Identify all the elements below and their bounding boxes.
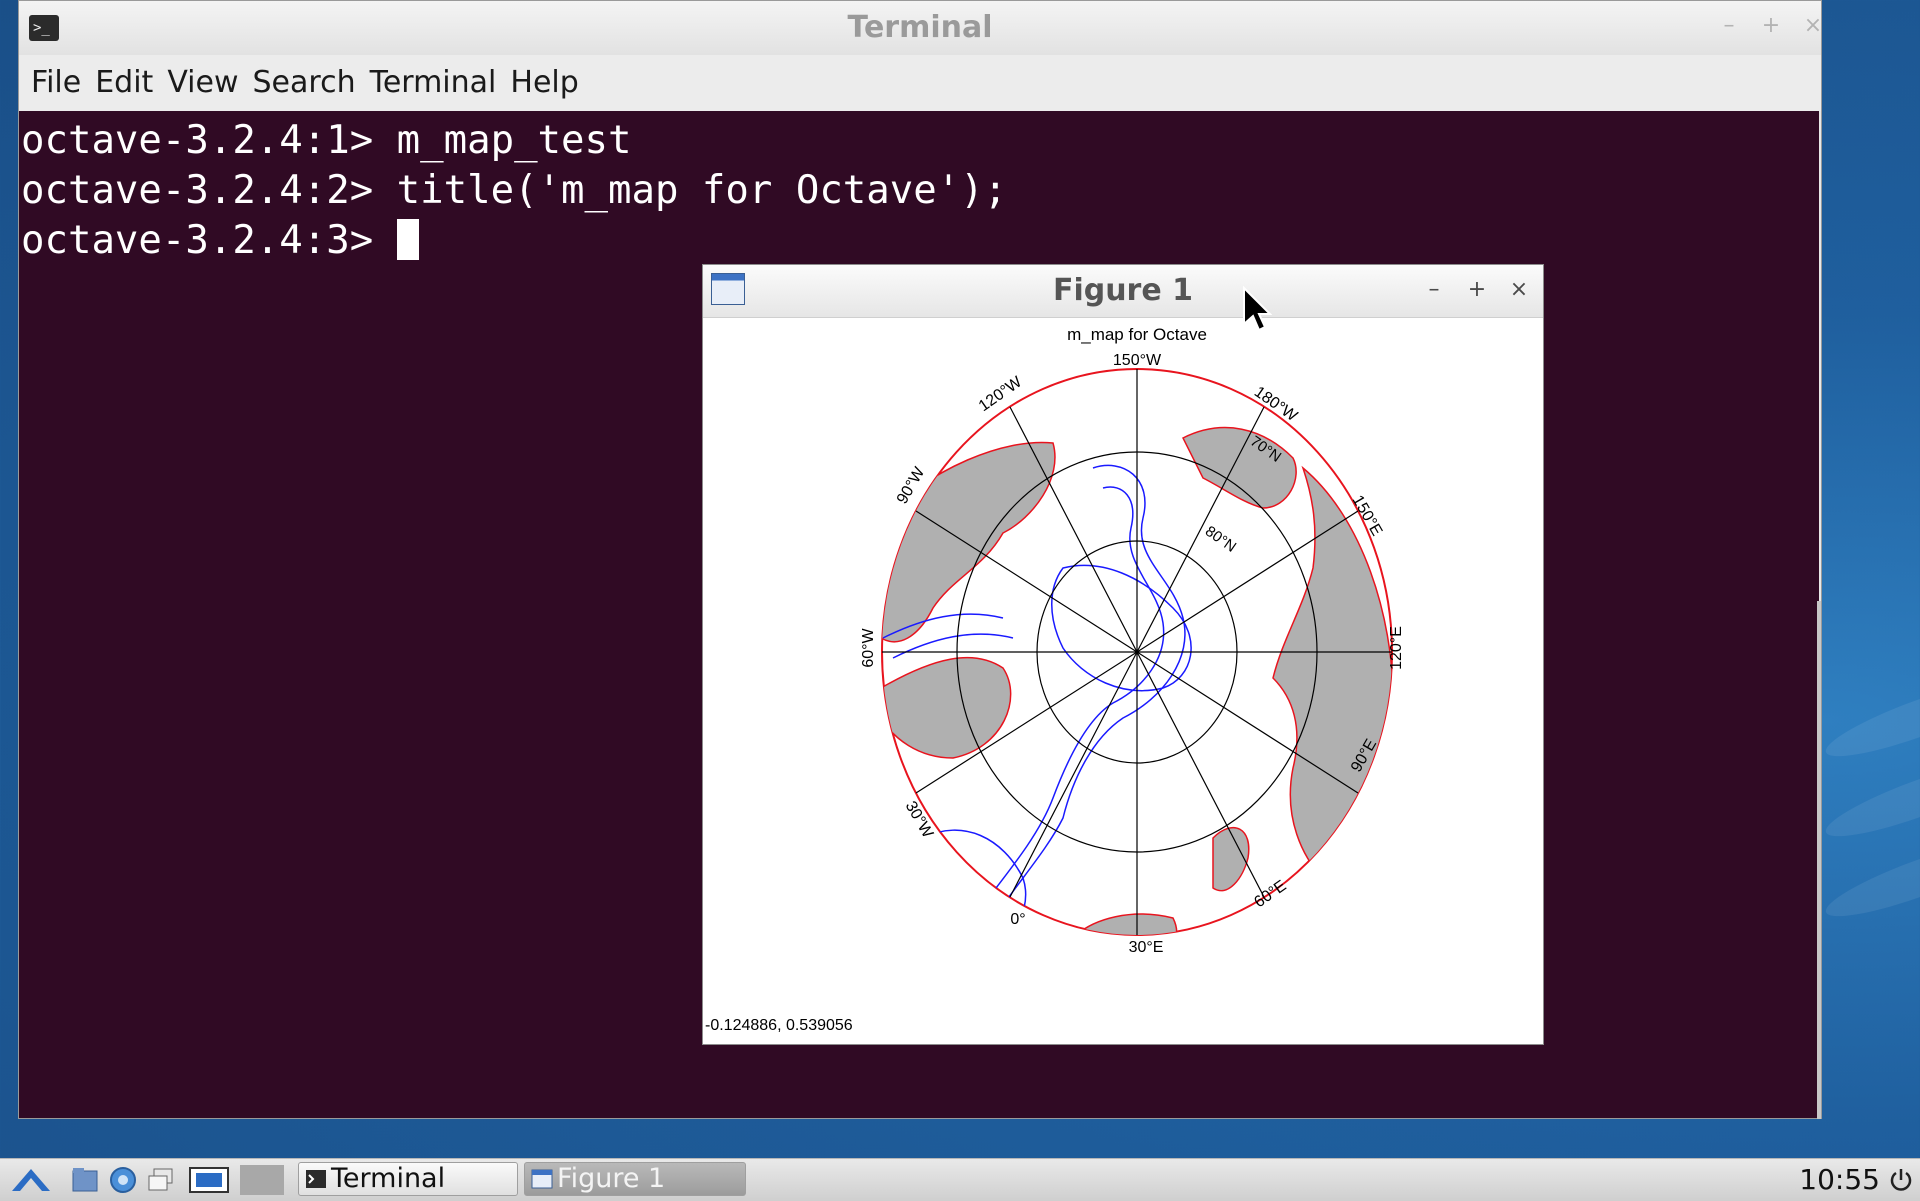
menu-view[interactable]: View bbox=[160, 55, 245, 111]
lon-label: 150°W bbox=[1113, 352, 1162, 369]
menu-edit[interactable]: Edit bbox=[88, 55, 160, 111]
taskbar-item-terminal[interactable]: Terminal bbox=[298, 1162, 518, 1196]
figure-window[interactable]: Figure 1 – + × m_map for Octave 150°W 12… bbox=[702, 264, 1544, 1045]
clock[interactable]: 10:55 bbox=[1799, 1159, 1880, 1201]
window-switch-icon[interactable] bbox=[146, 1165, 176, 1195]
menu-search[interactable]: Search bbox=[246, 55, 363, 111]
map-plot[interactable]: m_map for Octave 150°W 120°W 90°W 60°W 3… bbox=[703, 318, 1543, 1044]
text-cursor bbox=[396, 219, 419, 260]
terminal-line: octave-3.2.4:1> m_map_test bbox=[21, 118, 632, 163]
terminal-title: Terminal bbox=[847, 10, 993, 45]
mouse-pointer-icon bbox=[1243, 286, 1272, 332]
maximize-button[interactable]: + bbox=[1756, 11, 1786, 41]
menu-bar: File Edit View Search Terminal Help bbox=[19, 55, 1821, 111]
taskbar: Terminal Figure 1 10:55 bbox=[0, 1158, 1920, 1201]
taskbar-item-label: Terminal bbox=[331, 1163, 446, 1194]
show-desktop-icon[interactable] bbox=[188, 1165, 232, 1195]
coordinate-readout: -0.124886, 0.539056 bbox=[705, 1017, 853, 1034]
terminal-line: octave-3.2.4:2> title('m_map for Octave'… bbox=[21, 168, 1008, 213]
minimize-button[interactable]: – bbox=[1714, 11, 1744, 41]
lon-label: 60°W bbox=[860, 627, 877, 667]
figure-close-button[interactable]: × bbox=[1504, 275, 1534, 305]
scrollbar[interactable] bbox=[1817, 601, 1821, 1119]
taskbar-item-label: Figure 1 bbox=[557, 1163, 666, 1194]
lon-label: 0° bbox=[1010, 911, 1025, 928]
figure-minimize-button[interactable]: – bbox=[1419, 275, 1449, 305]
menu-terminal[interactable]: Terminal bbox=[363, 55, 504, 111]
taskbar-item-figure[interactable]: Figure 1 bbox=[524, 1162, 746, 1196]
menu-file[interactable]: File bbox=[24, 55, 88, 111]
lon-label: 30°E bbox=[1129, 939, 1164, 956]
figure-title: Figure 1 bbox=[1052, 273, 1194, 308]
start-menu-icon[interactable] bbox=[8, 1165, 54, 1195]
terminal-prompt-line: octave-3.2.4:3> bbox=[21, 216, 419, 266]
lon-label: 120°E bbox=[1388, 626, 1405, 670]
figure-window-icon bbox=[531, 1169, 553, 1189]
close-button[interactable]: × bbox=[1798, 11, 1828, 41]
terminal-titlebar[interactable]: >_ Terminal – + × bbox=[19, 1, 1822, 55]
plot-title: m_map for Octave bbox=[1067, 325, 1207, 344]
workspace-icon[interactable] bbox=[240, 1165, 284, 1195]
figure-maximize-button[interactable]: + bbox=[1462, 275, 1492, 305]
browser-icon[interactable] bbox=[108, 1165, 138, 1195]
terminal-icon bbox=[306, 1170, 326, 1188]
power-icon[interactable] bbox=[1888, 1167, 1914, 1193]
menu-help[interactable]: Help bbox=[503, 55, 585, 111]
figure-titlebar[interactable]: Figure 1 – + × bbox=[703, 265, 1543, 318]
terminal-prompt: octave-3.2.4:3> bbox=[21, 218, 397, 263]
file-manager-icon[interactable] bbox=[70, 1165, 100, 1195]
